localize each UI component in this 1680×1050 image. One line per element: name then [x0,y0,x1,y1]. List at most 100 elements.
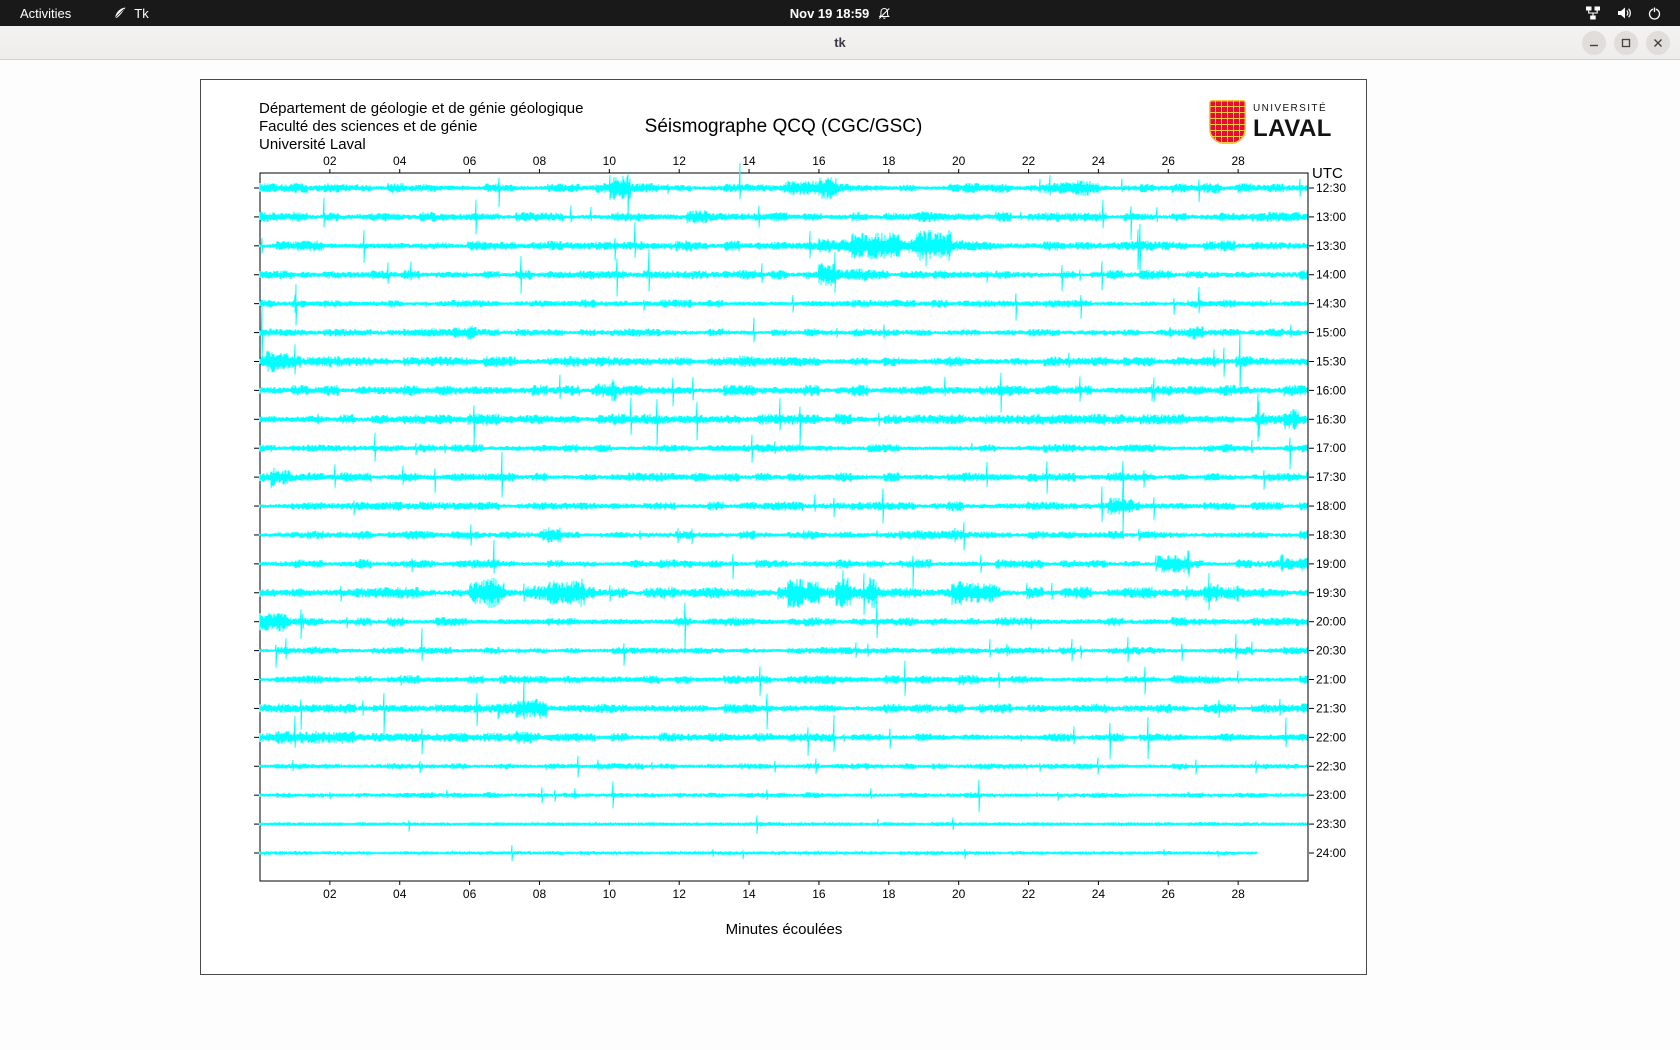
time-label: 20:00 [1316,615,1346,629]
time-label: 20:30 [1316,644,1346,658]
activities-button[interactable]: Activities [16,6,75,21]
trace-row [260,570,1307,615]
x-tick-label-top: 18 [882,154,896,168]
trace-row [260,522,1307,551]
tk-app-icon [113,6,127,20]
time-label: 13:30 [1316,239,1346,253]
system-status-area[interactable] [1585,0,1680,26]
x-tick-label-top: 28 [1231,154,1245,168]
trace-row [260,393,1307,447]
minimize-icon [1588,37,1600,49]
x-tick-label-bottom: 10 [603,887,617,901]
utc-label: UTC [1312,165,1343,182]
time-label: 15:30 [1316,354,1346,368]
x-tick-label-bottom: 08 [533,887,547,901]
x-tick-label-top: 14 [742,154,756,168]
x-tick-label-top: 20 [952,154,966,168]
trace-row [260,601,1307,650]
time-label: 18:00 [1316,499,1346,513]
trace-row [260,452,1307,508]
time-label: 14:00 [1316,268,1346,282]
x-tick-label-bottom: 12 [673,887,687,901]
time-label: 21:00 [1316,673,1346,687]
time-label: 14:30 [1316,297,1346,311]
x-tick-label-bottom: 14 [742,887,756,901]
volume-icon [1616,5,1632,21]
trace-row [260,715,1307,759]
x-tick-label-top: 24 [1092,154,1106,168]
time-label: 19:30 [1316,586,1346,600]
maximize-icon [1620,37,1632,49]
window-titlebar[interactable]: tk [0,26,1680,60]
x-tick-label-bottom: 26 [1162,887,1176,901]
seismograph-canvas: 0202040406060808101012121414161618182020… [201,80,1366,974]
power-icon [1647,6,1662,21]
window-title: tk [834,35,846,50]
x-tick-label-bottom: 06 [463,887,477,901]
time-label: 17:30 [1316,470,1346,484]
clock-label: Nov 19 18:59 [790,6,870,21]
trace-row [260,661,1307,696]
trace-row [260,306,1307,360]
time-label: 13:00 [1316,210,1346,224]
trace-row [260,284,1307,325]
trace-row [260,628,1307,667]
time-label: 15:00 [1316,326,1346,340]
time-label: 21:30 [1316,701,1346,715]
time-label: 12:30 [1316,181,1346,195]
x-tick-label-top: 06 [463,154,477,168]
x-tick-label-top: 12 [673,154,687,168]
time-label: 18:30 [1316,528,1346,542]
clock-menu[interactable]: Nov 19 18:59 [790,6,891,21]
notifications-muted-icon [877,7,890,20]
trace-row [260,756,1307,778]
time-label: 22:30 [1316,759,1346,773]
time-label: 16:00 [1316,383,1346,397]
trace-row [260,249,1307,297]
x-tick-label-top: 02 [323,154,337,168]
time-label: 23:30 [1316,817,1346,831]
minimize-button[interactable] [1582,31,1606,55]
x-tick-label-bottom: 24 [1092,887,1106,901]
x-tick-label-bottom: 18 [882,887,896,901]
x-tick-label-bottom: 28 [1231,887,1245,901]
x-tick-label-top: 16 [812,154,826,168]
time-label: 23:00 [1316,788,1346,802]
x-tick-label-bottom: 16 [812,887,826,901]
trace-row [260,540,1307,588]
network-icon [1585,5,1601,21]
time-label: 16:30 [1316,412,1346,426]
trace-row [260,222,1307,273]
x-tick-label-bottom: 20 [952,887,966,901]
x-tick-label-top: 26 [1162,154,1176,168]
trace-row [260,373,1307,413]
time-label: 24:00 [1316,846,1346,860]
maximize-button[interactable] [1614,31,1638,55]
trace-row [260,433,1307,470]
focused-app-label: Tk [134,6,148,21]
trace-row [260,780,1307,813]
trace-row [260,331,1307,392]
time-label: 22:00 [1316,730,1346,744]
close-icon [1652,37,1664,49]
time-label: 17:00 [1316,441,1346,455]
trace-row [260,483,1307,533]
x-tick-label-bottom: 22 [1022,887,1036,901]
trace-row [260,845,1257,861]
x-tick-label-top: 22 [1022,154,1036,168]
seismograph-panel: Département de géologie et de génie géol… [200,79,1367,975]
trace-row [260,815,1307,834]
x-tick-label-bottom: 02 [323,887,337,901]
tk-window-content: Département de géologie et de génie géol… [0,60,1680,1050]
trace-row [260,163,1307,219]
x-tick-label-top: 08 [533,154,547,168]
focused-app-indicator[interactable]: Tk [113,6,148,21]
x-tick-label-bottom: 04 [393,887,407,901]
close-button[interactable] [1646,31,1670,55]
x-tick-label-top: 04 [393,154,407,168]
trace-row [260,678,1307,734]
x-axis-title: Minutes écoulées [726,921,843,938]
time-label: 19:00 [1316,557,1346,571]
trace-row [260,198,1307,240]
gnome-top-bar: Activities Tk Nov 19 18:59 [0,0,1680,26]
